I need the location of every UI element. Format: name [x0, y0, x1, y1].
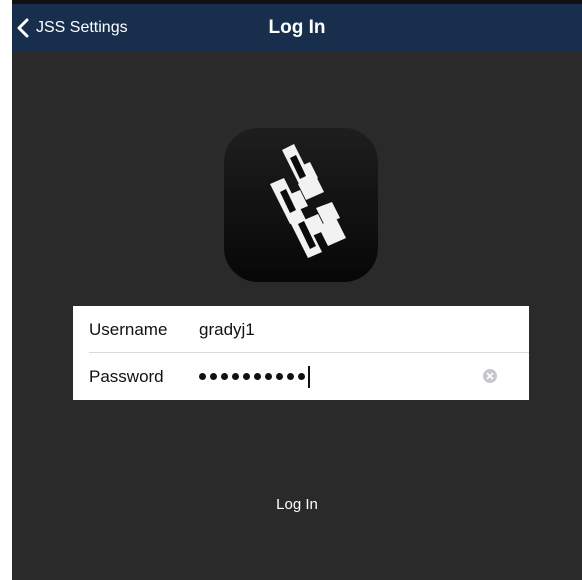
back-button[interactable]: JSS Settings — [16, 4, 128, 52]
password-dot — [232, 373, 239, 380]
username-label: Username — [89, 320, 168, 339]
username-input[interactable]: gradyj1 — [199, 306, 255, 353]
jamf-self-service-logo-icon — [224, 128, 378, 282]
navigation-bar: JSS Settings Log In — [12, 4, 582, 52]
clear-circle-x-icon[interactable] — [483, 369, 497, 383]
username-row: Username gradyj1 — [73, 306, 529, 353]
password-dot — [298, 373, 305, 380]
password-dot — [210, 373, 217, 380]
app-screen: JSS Settings Log In Username gradyj1 Pas… — [12, 4, 582, 580]
login-form: Username gradyj1 Password — [73, 306, 529, 400]
chevron-left-icon — [16, 18, 30, 38]
password-dot — [276, 373, 283, 380]
password-dot — [221, 373, 228, 380]
password-dot — [287, 373, 294, 380]
password-dot — [199, 373, 206, 380]
password-dot — [265, 373, 272, 380]
password-label: Password — [89, 367, 164, 386]
password-dot — [254, 373, 261, 380]
password-dot — [243, 373, 250, 380]
text-caret — [308, 365, 310, 388]
password-input[interactable] — [199, 353, 310, 400]
password-mask — [199, 373, 309, 380]
back-button-label: JSS Settings — [36, 19, 128, 36]
login-button[interactable]: Log In — [12, 490, 582, 520]
password-row: Password — [73, 353, 529, 400]
